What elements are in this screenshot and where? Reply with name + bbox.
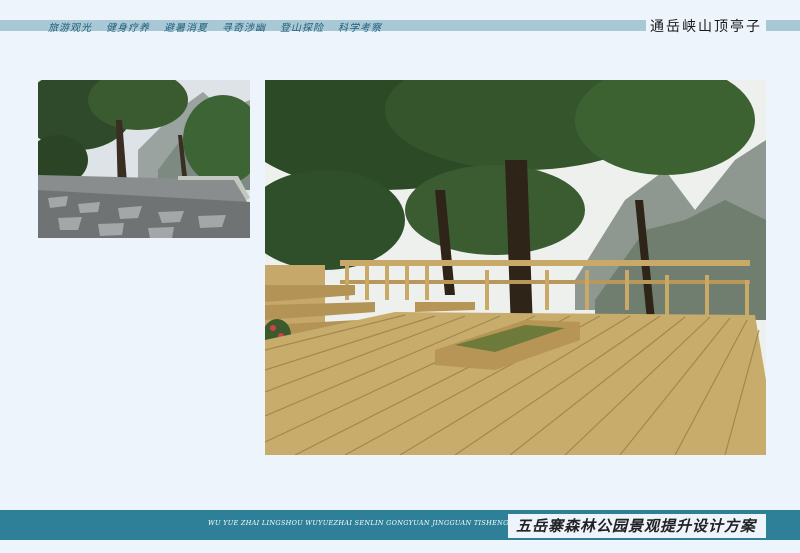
existing-site-photo [38,80,250,238]
deck-rendering-photo [265,80,766,455]
header-nav: 旅游观光 健身疗养 避暑消夏 寻奇涉幽 登山探险 科学考察 [48,19,382,34]
nav-item-summer-retreat[interactable]: 避暑消夏 [164,19,208,34]
nav-item-wellness[interactable]: 健身疗养 [106,19,150,34]
nav-item-mountaineering[interactable]: 登山探险 [280,19,324,34]
nav-item-sightseeing[interactable]: 旅游观光 [48,19,92,34]
nav-item-science[interactable]: 科学考察 [338,19,382,34]
nav-item-exploration[interactable]: 寻奇涉幽 [222,19,266,34]
footer-project-title: 五岳寨森林公园景观提升设计方案 [508,514,767,538]
page-title: 通岳峡山顶亭子 [646,16,766,36]
